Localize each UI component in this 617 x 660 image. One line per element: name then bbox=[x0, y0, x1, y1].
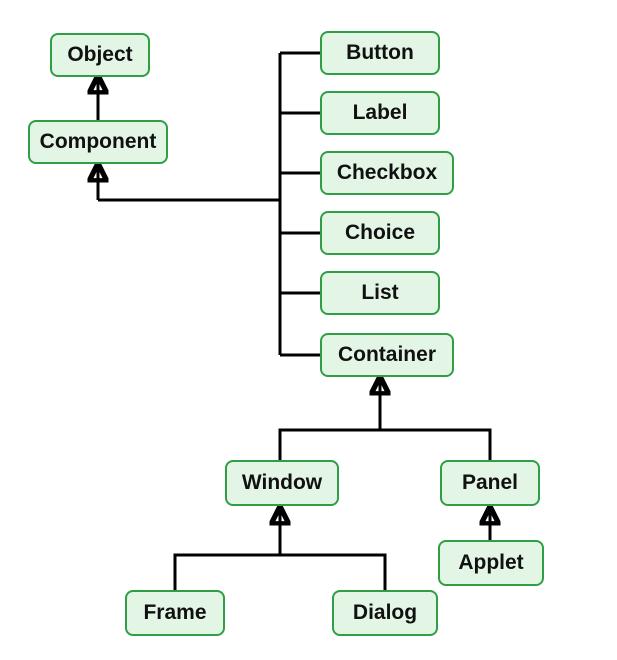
node-choice: Choice bbox=[320, 211, 440, 255]
node-container: Container bbox=[320, 333, 454, 377]
hierarchy-diagram: Object Component Button Label Checkbox C… bbox=[0, 0, 617, 660]
edge-component-trunk bbox=[98, 200, 280, 355]
node-component: Component bbox=[28, 120, 168, 164]
node-list: List bbox=[320, 271, 440, 315]
node-applet: Applet bbox=[438, 540, 544, 586]
edge-frame-dialog-bus bbox=[175, 555, 385, 590]
edge-window-panel-bus bbox=[280, 430, 490, 460]
node-panel: Panel bbox=[440, 460, 540, 506]
node-button: Button bbox=[320, 31, 440, 75]
node-object: Object bbox=[50, 33, 150, 77]
node-window: Window bbox=[225, 460, 339, 506]
node-frame: Frame bbox=[125, 590, 225, 636]
node-label: Label bbox=[320, 91, 440, 135]
node-checkbox: Checkbox bbox=[320, 151, 454, 195]
node-dialog: Dialog bbox=[332, 590, 438, 636]
